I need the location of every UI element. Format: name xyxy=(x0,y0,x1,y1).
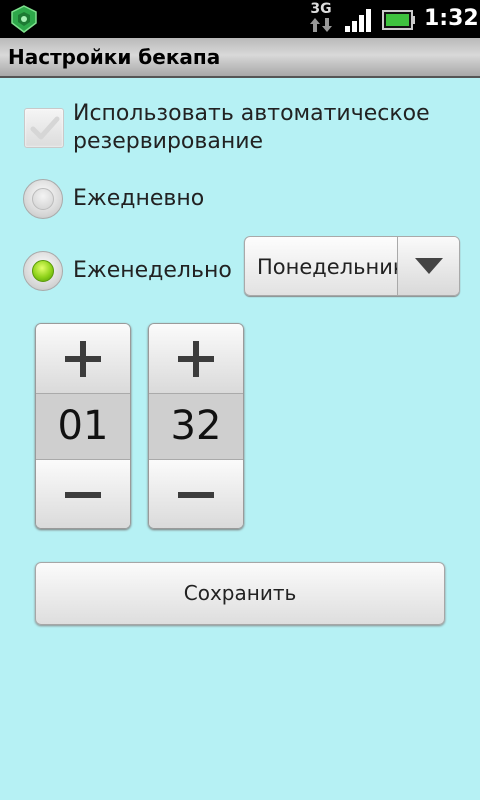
weekly-label[interactable]: Еженедельно xyxy=(73,257,232,285)
radio-indicator-icon xyxy=(32,260,54,282)
minute-increment-button[interactable] xyxy=(149,324,243,394)
checkmark-icon xyxy=(30,116,60,140)
hour-picker[interactable]: 01 xyxy=(35,323,131,529)
weekly-radio[interactable] xyxy=(23,251,63,291)
hour-decrement-button[interactable] xyxy=(36,459,130,528)
auto-backup-row[interactable]: Использовать автоматическое резервирован… xyxy=(24,100,464,160)
auto-backup-checkbox[interactable] xyxy=(24,108,64,148)
network-3g-icon: 3G xyxy=(308,2,334,36)
plus-icon xyxy=(65,341,101,377)
chevron-down-icon xyxy=(415,258,443,274)
daily-radio[interactable] xyxy=(23,179,63,219)
page-title: Настройки бекапа xyxy=(8,45,221,69)
status-bar: 3G 1:32 xyxy=(0,0,480,38)
minute-decrement-button[interactable] xyxy=(149,459,243,528)
day-of-week-value: Понедельник xyxy=(257,255,399,279)
day-of-week-dropdown[interactable]: Понедельник xyxy=(244,236,460,296)
minute-value[interactable]: 32 xyxy=(149,394,243,459)
save-button[interactable]: Сохранить xyxy=(35,562,445,625)
battery-icon xyxy=(382,10,416,30)
daily-label[interactable]: Ежедневно xyxy=(73,185,204,213)
app-notification-icon xyxy=(10,5,38,33)
hour-value[interactable]: 01 xyxy=(36,394,130,459)
network-type-text: 3G xyxy=(310,1,332,17)
title-bar: Настройки бекапа xyxy=(0,38,480,78)
hour-increment-button[interactable] xyxy=(36,324,130,394)
signal-icon xyxy=(344,8,374,32)
minute-picker[interactable]: 32 xyxy=(148,323,244,529)
clock: 1:32 xyxy=(424,6,479,31)
plus-icon xyxy=(178,341,214,377)
dropdown-arrow-button[interactable] xyxy=(397,237,459,295)
auto-backup-label: Использовать автоматическое резервирован… xyxy=(73,101,430,154)
radio-indicator-icon xyxy=(32,188,54,210)
minus-icon xyxy=(178,492,214,498)
minus-icon xyxy=(65,492,101,498)
